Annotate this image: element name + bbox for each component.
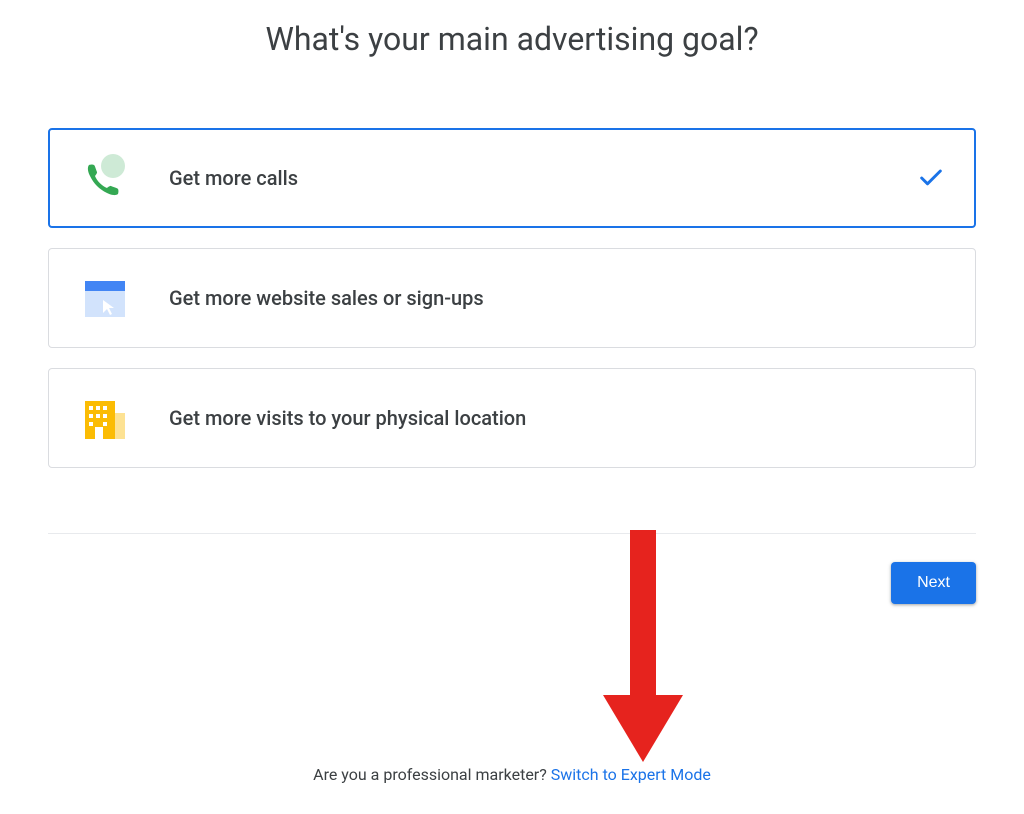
- goal-option-calls[interactable]: Get more calls: [48, 128, 976, 228]
- footer-text: Are you a professional marketer? Switch …: [0, 765, 1024, 784]
- browser-icon: [79, 273, 129, 323]
- store-icon: [79, 393, 129, 443]
- next-button[interactable]: Next: [891, 562, 976, 604]
- button-row: Next: [48, 534, 976, 604]
- phone-icon: [79, 153, 129, 203]
- goal-option-label: Get more calls: [169, 166, 917, 190]
- footer-prompt: Are you a professional marketer?: [313, 765, 551, 784]
- check-icon: [917, 164, 945, 192]
- goal-option-label: Get more visits to your physical locatio…: [169, 406, 945, 430]
- page-heading: What's your main advertising goal?: [48, 20, 976, 58]
- goal-option-location[interactable]: Get more visits to your physical locatio…: [48, 368, 976, 468]
- goal-option-website[interactable]: Get more website sales or sign-ups: [48, 248, 976, 348]
- goal-option-label: Get more website sales or sign-ups: [169, 286, 945, 310]
- switch-expert-mode-link[interactable]: Switch to Expert Mode: [551, 765, 711, 784]
